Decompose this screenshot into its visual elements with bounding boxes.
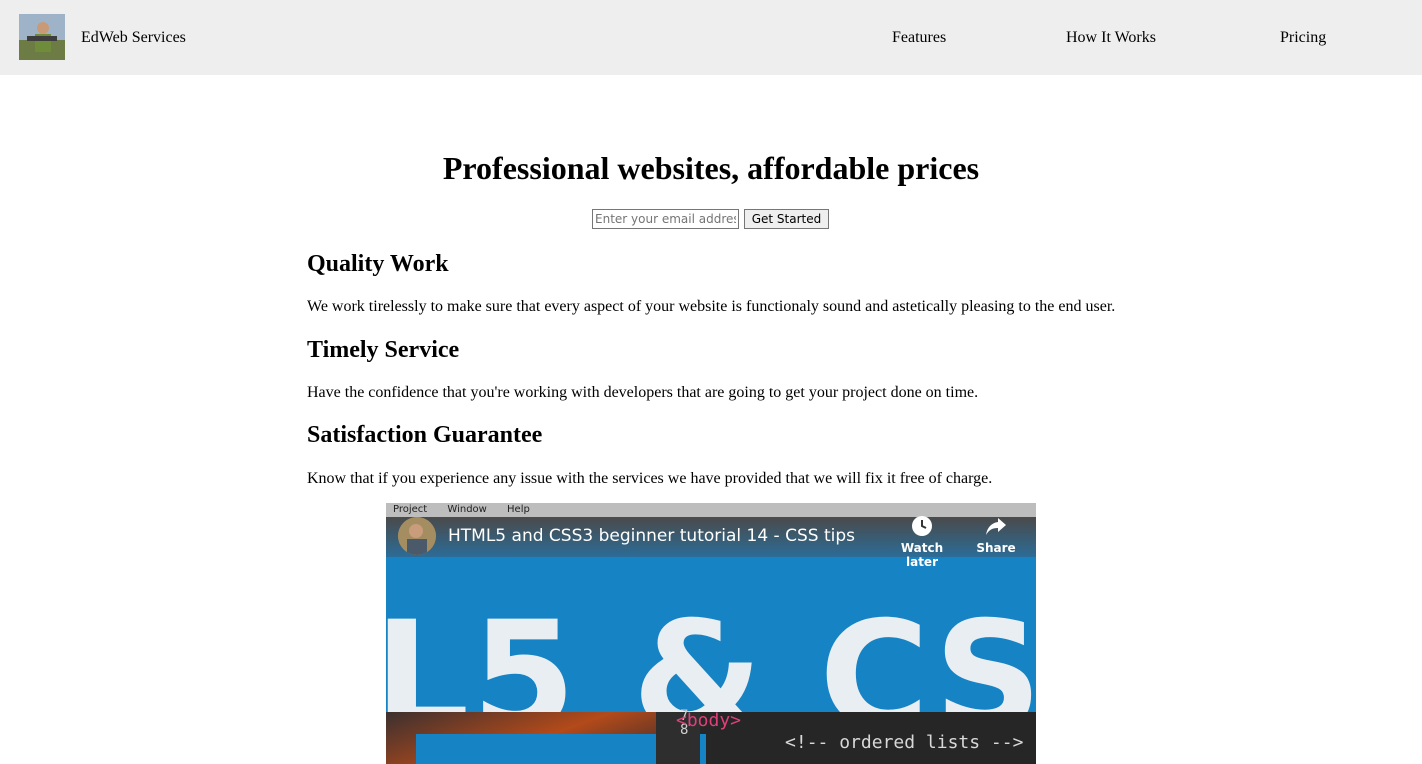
- feature-text-quality: We work tirelessly to make sure that eve…: [307, 298, 1116, 315]
- brand-name: EdWeb Services: [81, 29, 186, 46]
- video-thumbnail-lower: 7 8 <body> <!-- ordered lists -->: [386, 708, 1036, 764]
- feature-heading-quality: Quality Work: [307, 251, 449, 277]
- feature-text-satisfaction: Know that if you experience any issue wi…: [307, 470, 993, 487]
- video-thumbnail-banner: L5 & CSS: [386, 557, 1036, 764]
- share-label: Share: [976, 541, 1016, 555]
- feature-heading-timely: Timely Service: [307, 337, 460, 363]
- email-input[interactable]: [592, 209, 739, 229]
- clock-icon: [912, 516, 932, 536]
- watch-later-label: Watch later: [900, 541, 944, 569]
- video-title[interactable]: HTML5 and CSS3 beginner tutorial 14 - CS…: [448, 525, 855, 547]
- site-header: EdWeb Services Features How It Works Pri…: [0, 0, 1422, 75]
- video-thumbnail-code: <body> <!-- ordered lists -->: [676, 710, 1023, 754]
- menubar-item: Window: [447, 504, 487, 515]
- code-line: <!-- ordered lists -->: [785, 732, 1024, 753]
- code-line: <body>: [676, 710, 742, 731]
- nav-link-how-it-works[interactable]: How It Works: [1066, 28, 1156, 48]
- logo[interactable]: [19, 14, 65, 60]
- nav-link-pricing[interactable]: Pricing: [1280, 28, 1326, 48]
- menubar-item: Help: [507, 504, 530, 515]
- feature-heading-satisfaction: Satisfaction Guarantee: [307, 422, 543, 448]
- video-embed[interactable]: Project Window Help L5 & CSS 7 8 <body> …: [386, 503, 1036, 764]
- menubar-item: Project: [393, 504, 428, 515]
- nav-link-features[interactable]: Features: [892, 28, 946, 48]
- logo-photo-icon: [19, 14, 65, 60]
- hero-title: Professional websites, affordable prices: [442, 150, 980, 186]
- share-arrow-icon: [986, 518, 1006, 535]
- get-started-button[interactable]: Get Started: [744, 209, 829, 229]
- channel-avatar[interactable]: [398, 517, 436, 555]
- share-button[interactable]: Share: [958, 515, 1034, 555]
- feature-text-timely: Have the confidence that you're working …: [307, 384, 979, 401]
- avatar-photo-icon: [398, 517, 436, 555]
- watch-later-button[interactable]: Watch later: [884, 515, 960, 569]
